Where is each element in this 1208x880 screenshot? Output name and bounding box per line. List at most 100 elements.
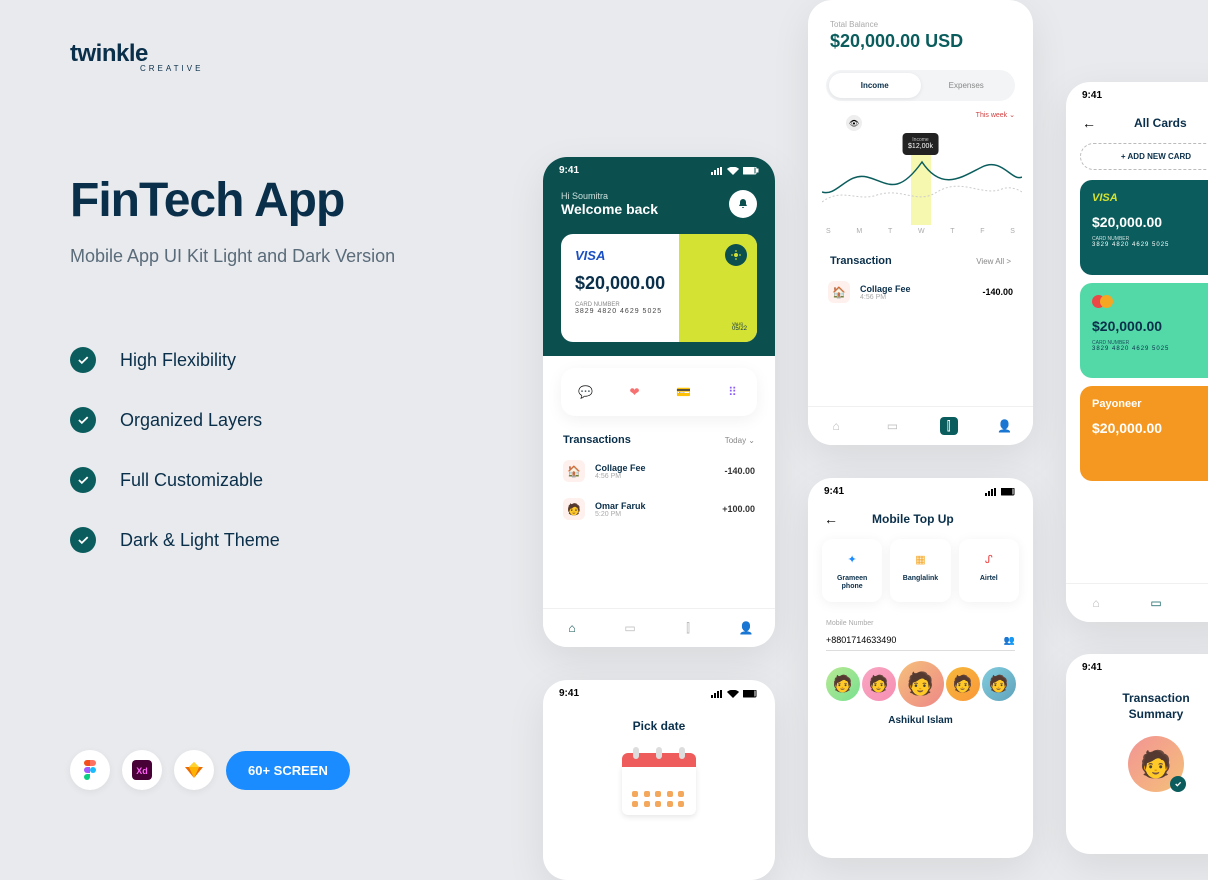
- card-number: 3829 4820 4629 5025: [1092, 346, 1208, 352]
- nav-stats-icon[interactable]: ⫿: [679, 619, 697, 637]
- transaction-title: Transaction: [830, 255, 892, 267]
- action-wallet-icon[interactable]: 💳: [672, 380, 696, 404]
- avatar[interactable]: [982, 667, 1016, 701]
- mockup-summary: 9:41 TransactionSummary 🧑 Name: [1066, 654, 1208, 854]
- card-number-label: CARD NUMBER: [1092, 236, 1208, 242]
- tab-expenses[interactable]: Expenses: [921, 73, 1013, 98]
- bottom-nav: ⌂ ▭ ⫿: [1066, 583, 1208, 622]
- card-balance: $20,000.00: [1092, 214, 1208, 230]
- card-mastercard[interactable]: $20,000.00 CARD NUMBER 3829 4820 4629 50…: [1080, 283, 1208, 378]
- card-brand: Payoneer: [1092, 398, 1208, 410]
- nav-wallet-icon[interactable]: ▭: [883, 417, 901, 435]
- status-icons: [711, 167, 759, 175]
- avatar[interactable]: [826, 667, 860, 701]
- balance-amount: $20,000.00 USD: [808, 31, 1033, 70]
- card-number: 3829 4820 4629 5025: [575, 308, 743, 315]
- primary-card[interactable]: VISA $20,000.00 CARD NUMBER 3829 4820 46…: [561, 234, 757, 342]
- grameenphone-icon: ✦: [842, 549, 862, 569]
- income-expense-tabs: Income Expenses: [826, 70, 1015, 101]
- back-button[interactable]: ←: [1082, 115, 1096, 131]
- txn-time: 4:56 PM: [860, 294, 972, 301]
- chart-x-axis: SMTWTFS: [822, 228, 1019, 235]
- feature-text: Full Customizable: [120, 470, 263, 491]
- feature-item: Full Customizable: [70, 467, 510, 493]
- bottom-nav: ⌂ ▭ ⫿ 👤: [808, 406, 1033, 445]
- nav-stats-icon[interactable]: ⫿: [940, 417, 958, 435]
- view-all-link[interactable]: View All >: [976, 257, 1011, 266]
- card-brand: VISA: [575, 248, 743, 263]
- add-card-button[interactable]: + ADD NEW CARD: [1080, 143, 1208, 170]
- mockup-topup: 9:41 ← Mobile Top Up ✦ Grameen phone ▦ B…: [808, 478, 1033, 858]
- balance-label: Total Balance: [808, 0, 1033, 31]
- card-balance: $20,000.00: [1092, 318, 1208, 334]
- status-icons: [985, 488, 1017, 496]
- action-apps-icon[interactable]: ⠿: [721, 380, 745, 404]
- chart-visibility-icon[interactable]: 👁: [846, 115, 862, 131]
- page-title: All Cards: [1134, 116, 1187, 130]
- notification-button[interactable]: [729, 190, 757, 218]
- transaction-row[interactable]: 🏠 Collage Fee 4:56 PM -140.00: [543, 452, 775, 490]
- operator-grameenphone[interactable]: ✦ Grameen phone: [822, 539, 882, 602]
- action-heart-icon[interactable]: ❤: [623, 380, 647, 404]
- txn-time: 5:20 PM: [595, 511, 712, 518]
- nav-profile-icon[interactable]: 👤: [996, 417, 1014, 435]
- check-icon: [70, 347, 96, 373]
- action-chat-icon[interactable]: 💬: [574, 380, 598, 404]
- mockup-cards: 9:41 ⋯ ← All Cards + ADD NEW CARD VISA $…: [1066, 82, 1208, 622]
- card-visa[interactable]: VISA $20,000.00 CARD NUMBER 3829 4820 46…: [1080, 180, 1208, 275]
- txn-amount: -140.00: [724, 466, 755, 476]
- txn-amount: +100.00: [722, 504, 755, 514]
- transactions-title: Transactions: [563, 434, 631, 446]
- chart-filter[interactable]: This week ⌄: [976, 111, 1015, 119]
- selected-contact-name: Ashikul Islam: [808, 715, 1033, 726]
- check-icon: [70, 407, 96, 433]
- mockup-balance: Total Balance $20,000.00 USD Income Expe…: [808, 0, 1033, 445]
- adobe-xd-icon: Xd: [122, 750, 162, 790]
- nav-home-icon[interactable]: ⌂: [827, 417, 845, 435]
- operator-banglalink[interactable]: ▦ Banglalink: [890, 539, 950, 602]
- check-icon: [70, 527, 96, 553]
- operator-airtel[interactable]: ᔑ Airtel: [959, 539, 1019, 602]
- nav-wallet-icon[interactable]: ▭: [1147, 594, 1165, 612]
- card-payoneer[interactable]: Payoneer $20,000.00: [1080, 386, 1208, 481]
- card-brand: VISA: [1092, 192, 1208, 204]
- txn-name: Collage Fee: [860, 284, 972, 294]
- status-time: 9:41: [559, 165, 579, 176]
- back-button[interactable]: ←: [824, 511, 838, 527]
- avatar[interactable]: [946, 667, 980, 701]
- status-time: 9:41: [1082, 90, 1102, 101]
- avatar-selected[interactable]: [898, 661, 944, 707]
- txn-time: 4:56 PM: [595, 473, 714, 480]
- mobile-number-input[interactable]: +8801714633490 👥: [826, 631, 1015, 651]
- chart: 👁 This week ⌄ Income $12,00k SMTWTFS: [822, 115, 1019, 235]
- screen-count-badge: 60+ SCREEN: [226, 751, 350, 790]
- feature-text: High Flexibility: [120, 350, 236, 371]
- txn-name: Collage Fee: [595, 463, 714, 473]
- nav-wallet-icon[interactable]: ▭: [621, 619, 639, 637]
- txn-icon: 🏠: [563, 460, 585, 482]
- contact-avatars: [808, 667, 1033, 707]
- name-label: Name: [1066, 792, 1208, 809]
- txn-amount: -140.00: [982, 287, 1013, 297]
- status-icons: [711, 690, 759, 698]
- mockup-pickdate: 9:41 Pick date: [543, 680, 775, 880]
- nav-home-icon[interactable]: ⌂: [1087, 594, 1105, 612]
- feature-item: Organized Layers: [70, 407, 510, 433]
- status-time: 9:41: [824, 486, 844, 497]
- contacts-icon[interactable]: 👥: [1004, 635, 1015, 646]
- verified-icon: [1170, 776, 1186, 792]
- tools-row: Xd 60+ SCREEN: [70, 750, 350, 790]
- avatar[interactable]: [862, 667, 896, 701]
- tab-income[interactable]: Income: [829, 73, 921, 98]
- operator-name: Grameen phone: [826, 575, 878, 592]
- feature-item: Dark & Light Theme: [70, 527, 510, 553]
- nav-profile-icon[interactable]: 👤: [737, 619, 755, 637]
- welcome-text: Welcome back: [561, 201, 658, 217]
- transactions-filter[interactable]: Today ⌄: [725, 436, 755, 445]
- card-valid-date: 05/22: [732, 326, 747, 332]
- transaction-row[interactable]: 🏠 Collage Fee 4:56 PM -140.00: [808, 273, 1033, 311]
- airtel-icon: ᔑ: [979, 549, 999, 569]
- nav-home-icon[interactable]: ⌂: [563, 619, 581, 637]
- feature-text: Dark & Light Theme: [120, 530, 280, 551]
- transaction-row[interactable]: 🧑 Omar Faruk 5:20 PM +100.00: [543, 490, 775, 528]
